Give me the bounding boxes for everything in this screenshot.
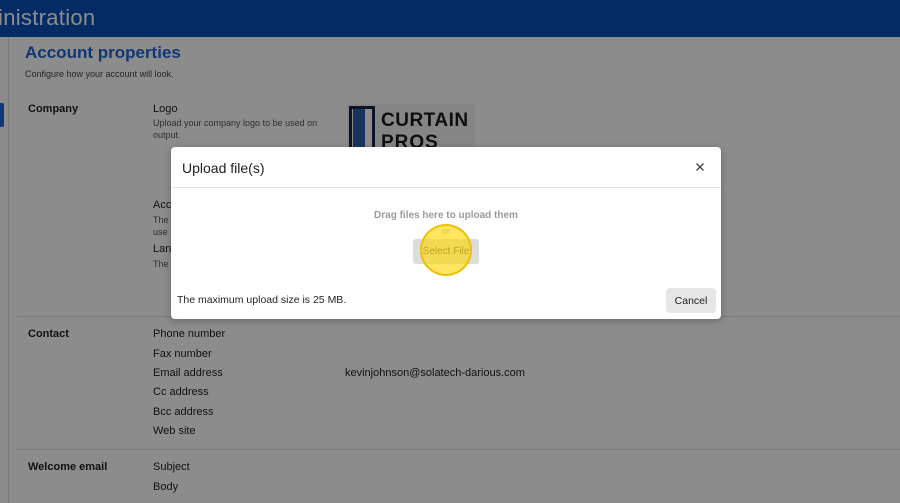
drop-zone-hint[interactable]: Drag files here to upload them (171, 210, 721, 221)
dialog-title: Upload file(s) (182, 160, 265, 176)
max-upload-size-note: The maximum upload size is 25 MB. (177, 294, 347, 306)
dialog-header: Upload file(s) (171, 147, 721, 188)
select-file-button[interactable]: Select File (413, 239, 479, 264)
cancel-button[interactable]: Cancel (666, 288, 716, 313)
upload-files-dialog: Upload file(s) Drag files here to upload… (171, 147, 721, 319)
or-separator: or (441, 226, 450, 236)
close-icon[interactable] (693, 160, 707, 174)
